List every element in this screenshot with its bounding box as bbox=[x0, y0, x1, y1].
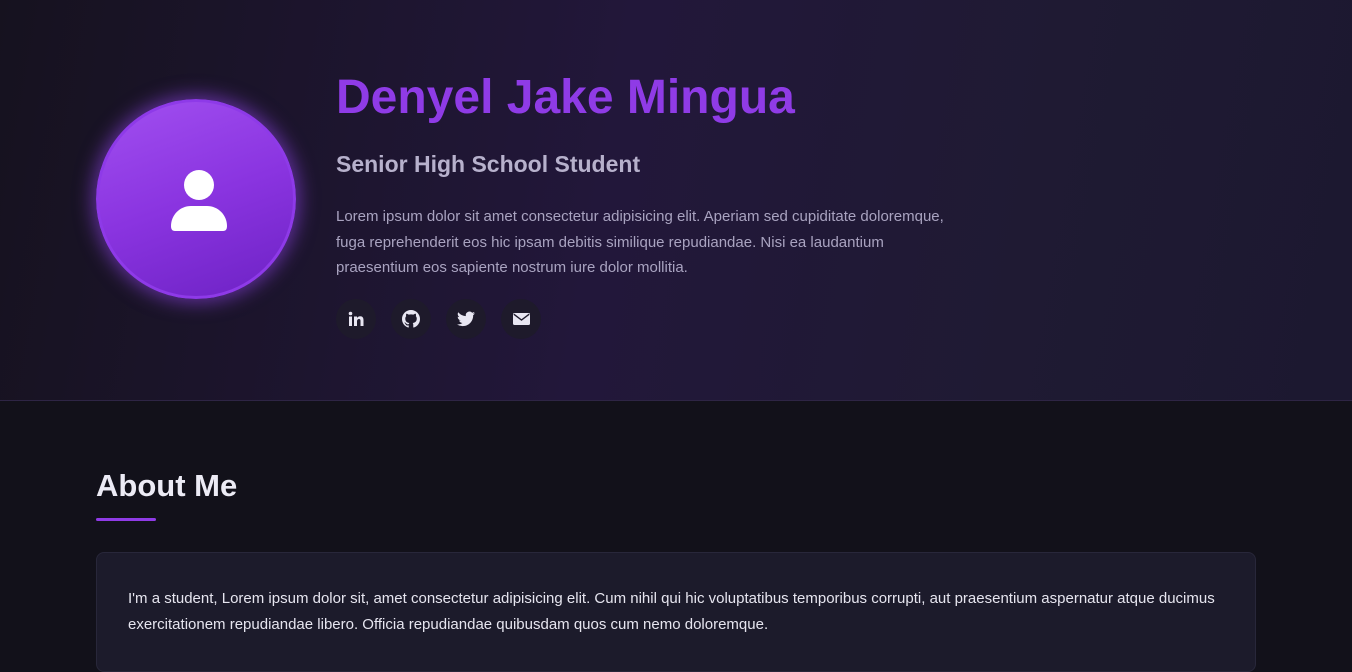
profile-role: Senior High School Student bbox=[336, 151, 641, 177]
about-card: I'm a student, Lorem ipsum dolor sit, am… bbox=[96, 552, 1256, 672]
twitter-icon bbox=[457, 311, 475, 327]
social-links bbox=[336, 299, 541, 339]
profile-avatar bbox=[96, 99, 296, 299]
profile-bio: Lorem ipsum dolor sit amet consectetur a… bbox=[336, 208, 944, 276]
hero-section: Denyel Jake Mingua Senior High School St… bbox=[0, 0, 1352, 401]
email-link[interactable] bbox=[501, 299, 541, 339]
about-text: I'm a student, Lorem ipsum dolor sit, am… bbox=[128, 590, 1215, 633]
heading-underline bbox=[96, 518, 156, 521]
linkedin-icon bbox=[348, 311, 364, 326]
twitter-link[interactable] bbox=[446, 299, 486, 339]
envelope-icon bbox=[512, 313, 530, 325]
user-icon bbox=[171, 170, 227, 231]
profile-name: Denyel Jake Mingua bbox=[336, 71, 795, 124]
about-heading: About Me bbox=[96, 468, 238, 503]
github-icon bbox=[402, 310, 420, 328]
github-link[interactable] bbox=[391, 299, 431, 339]
linkedin-link[interactable] bbox=[336, 299, 376, 339]
